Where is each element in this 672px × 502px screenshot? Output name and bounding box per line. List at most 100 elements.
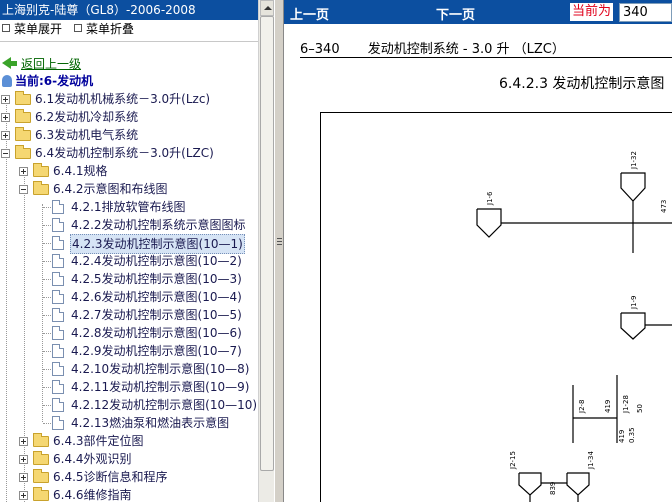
location-icon	[2, 75, 12, 87]
label-j1-6: J1-6	[486, 191, 494, 206]
folder-icon	[15, 127, 31, 141]
expand-icon[interactable]	[1, 131, 10, 140]
expand-icon[interactable]	[1, 113, 10, 122]
diagram-title: 6.4.2.3 发动机控制示意图	[499, 76, 665, 92]
page-number: 6–340	[300, 42, 340, 57]
scroll-up-arrow-icon[interactable]	[260, 0, 274, 16]
tree-item-6-4-1[interactable]: 6.4.1规格	[0, 162, 258, 180]
expand-icon[interactable]	[19, 473, 28, 482]
tree-item-6-1[interactable]: 6.1发动机机械系统－3.0升(Lzc)	[0, 90, 258, 108]
document-icon	[52, 218, 64, 232]
app-title: 上海别克-陆尊（GL8）-2006-2008	[0, 0, 258, 20]
panel-splitter[interactable]	[274, 0, 284, 502]
document-icon	[52, 416, 64, 430]
page-navigation-bar: 上一页 下一页 当前为	[284, 0, 672, 24]
label-j1-28: J1-28	[622, 395, 630, 414]
connector-j1-32	[620, 172, 646, 202]
label-419-b: 419	[618, 430, 626, 443]
section-title: 发动机控制系统 - 3.0 升 （LZC）	[367, 42, 565, 57]
tree-item-6-4-2[interactable]: 6.4.2示意图和布线图	[0, 180, 258, 198]
divider	[0, 41, 258, 42]
collapse-icon	[74, 24, 82, 32]
expand-icon[interactable]	[1, 95, 10, 104]
document-icon	[52, 290, 64, 304]
document-icon	[52, 380, 64, 394]
label-j2-15: J2-15	[509, 451, 517, 470]
folder-icon	[15, 91, 31, 105]
connector-j1-6	[476, 208, 502, 238]
tree-item-4-2-5[interactable]: 4.2.5发动机控制示意图(10—3)	[0, 270, 258, 288]
tree-item-6-4-3[interactable]: 6.4.3部件定位图	[0, 432, 258, 450]
tree-item-4-2-11[interactable]: 4.2.11发动机控制示意图(10—9)	[0, 378, 258, 396]
label-419: 419	[604, 400, 612, 413]
expand-icon[interactable]	[19, 455, 28, 464]
connector-j1-34	[566, 472, 590, 496]
connector-j2-15	[518, 472, 542, 496]
folder-icon	[33, 487, 49, 501]
navigation-panel: 上海别克-陆尊（GL8）-2006-2008 菜单展开 菜单折叠 返回上一级 当…	[0, 0, 258, 502]
tree-item-6-3[interactable]: 6.3发动机电气系统	[0, 126, 258, 144]
next-page-button[interactable]: 下一页	[436, 4, 475, 23]
prev-page-button[interactable]: 上一页	[290, 4, 329, 23]
folder-open-icon	[33, 181, 49, 195]
tree-item-4-2-1[interactable]: 4.2.1排放软管布线图	[0, 198, 258, 216]
tree-scrollbar[interactable]	[258, 0, 274, 502]
wiring-diagram-svg: J1-32 473 J1-6 J1-9 J2-8 419 J1-28 50 41…	[476, 151, 672, 502]
back-link[interactable]: 返回上一级	[2, 55, 81, 71]
label-j1-34: J1-34	[587, 451, 595, 470]
tree-item-4-2-8[interactable]: 4.2.8发动机控制示意图(10—6)	[0, 324, 258, 342]
tree-item-4-2-13[interactable]: 4.2.13燃油泵和燃油表示意图	[0, 414, 258, 432]
tree-item-6-4-6[interactable]: 6.4.6维修指南	[0, 486, 258, 502]
tree-item-4-2-2[interactable]: 4.2.2发动机控制系统示意图图标	[0, 216, 258, 234]
connector-j1-9	[620, 312, 646, 340]
tree-item-6-4[interactable]: 6.4发动机控制系统－3.0升(LZC)	[0, 144, 258, 162]
tree-item-4-2-7[interactable]: 4.2.7发动机控制示意图(10—5)	[0, 306, 258, 324]
tree-item-4-2-6[interactable]: 4.2.6发动机控制示意图(10—4)	[0, 288, 258, 306]
current-page-label: 当前为	[570, 3, 614, 21]
page-number-input[interactable]	[619, 3, 672, 22]
document-icon	[52, 200, 64, 214]
document-icon	[52, 236, 64, 250]
folder-icon	[33, 451, 49, 465]
tree-item-4-2-3[interactable]: 4.2.3发动机控制示意图(10—1)	[0, 234, 258, 254]
document-icon	[52, 362, 64, 376]
scrollbar-thumb[interactable]	[260, 16, 274, 471]
document-icon	[52, 398, 64, 412]
document-header: 6–340 发动机控制系统 - 3.0 升 （LZC）	[300, 38, 565, 57]
expand-icon[interactable]	[19, 491, 28, 500]
label-473: 473	[660, 200, 668, 213]
grip-icon	[277, 238, 282, 245]
document-icon	[52, 308, 64, 322]
tree-item-4-2-4[interactable]: 4.2.4发动机控制示意图(10—2)	[0, 252, 258, 270]
document-icon	[52, 326, 64, 340]
wiring-diagram: J1-32 473 J1-6 J1-9 J2-8 419 J1-28 50 41…	[320, 112, 672, 502]
label-j1-32: J1-32	[630, 151, 638, 170]
document-viewer: 上一页 下一页 当前为 6–340 发动机控制系统 - 3.0 升 （LZC） …	[284, 0, 672, 502]
label-j1-9: J1-9	[630, 296, 638, 311]
tree-item-6-4-4[interactable]: 6.4.4外观识别	[0, 450, 258, 468]
tree-item-4-2-10[interactable]: 4.2.10发动机控制示意图(10—8)	[0, 360, 258, 378]
expand-icon	[2, 24, 10, 32]
document-icon	[52, 344, 64, 358]
folder-icon	[15, 109, 31, 123]
folder-icon	[33, 433, 49, 447]
tree-item-4-2-12[interactable]: 4.2.12发动机控制示意图(10—10)	[0, 396, 258, 414]
header-rule	[300, 57, 672, 58]
tree-item-6-4-5[interactable]: 6.4.5诊断信息和程序	[0, 468, 258, 486]
collapse-icon[interactable]	[19, 185, 28, 194]
label-j2-8: J2-8	[578, 400, 586, 415]
folder-open-icon	[15, 145, 31, 159]
collapse-icon[interactable]	[1, 149, 10, 158]
menu-expand-button[interactable]: 菜单展开	[2, 21, 62, 38]
document-icon	[52, 254, 64, 268]
label-839: 839	[549, 482, 557, 495]
folder-icon	[33, 469, 49, 483]
folder-icon	[33, 163, 49, 177]
label-0-35: 0.35	[628, 427, 636, 443]
current-location: 当前:6-发动机	[2, 72, 93, 88]
expand-icon[interactable]	[19, 437, 28, 446]
tree-item-6-2[interactable]: 6.2发动机冷却系统	[0, 108, 258, 126]
expand-icon[interactable]	[19, 167, 28, 176]
menu-collapse-button[interactable]: 菜单折叠	[74, 21, 134, 38]
tree-item-4-2-9[interactable]: 4.2.9发动机控制示意图(10—7)	[0, 342, 258, 360]
